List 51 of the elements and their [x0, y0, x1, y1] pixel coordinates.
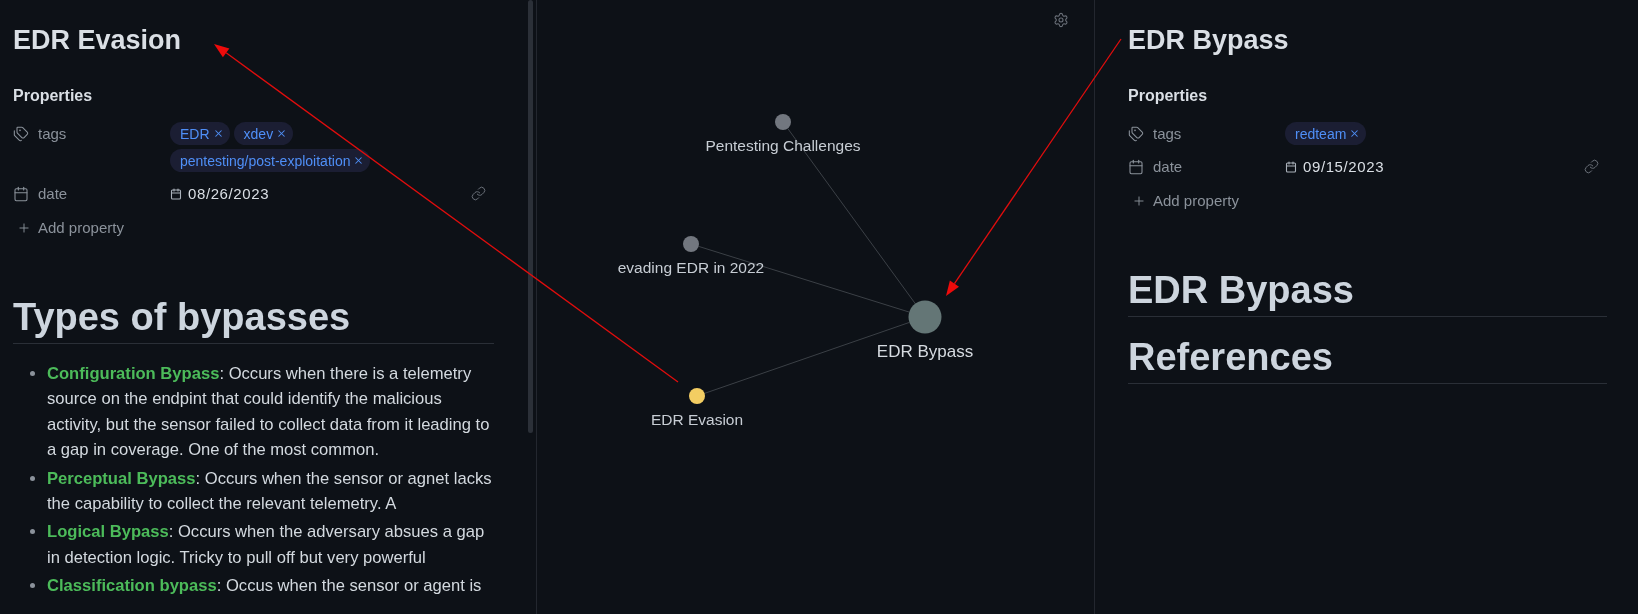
tags-icon: [13, 125, 29, 142]
calendar-icon: [170, 187, 182, 200]
calendar-icon: [1128, 158, 1144, 175]
bullet-icon: [30, 529, 35, 535]
tag-chip[interactable]: xdev: [233, 122, 294, 145]
properties-heading: Properties: [13, 86, 94, 106]
list-item: Logical Bypass: Occurs when the adversary absues a gap in detection logic. Tricky to pull off but very powerful: [47, 521, 486, 569]
section-heading: EDR Bypass: [1128, 267, 1607, 317]
section-heading: References: [1128, 334, 1607, 384]
section-heading: Types of bypasses: [13, 294, 494, 344]
tag-chip[interactable]: pentesting/post-exploitation: [170, 149, 371, 172]
link-icon[interactable]: [471, 186, 486, 201]
tag-chip[interactable]: EDR: [170, 122, 230, 145]
graph-node[interactable]: [689, 388, 705, 404]
date-field[interactable]: 09/15/2023: [1285, 155, 1385, 178]
node-label: Pentesting Challenges: [705, 137, 861, 154]
tags-icon: [1128, 125, 1144, 142]
bullet-icon: [30, 475, 35, 481]
note-title: EDR Bypass: [1128, 24, 1290, 56]
link-icon[interactable]: [1584, 159, 1599, 174]
scrollbar-thumb[interactable]: [528, 0, 533, 433]
list-item: Perceptual Bypass: Occurs when the sensor or agnet lacks the capability to collect the relevant telemetry. A: [47, 467, 493, 516]
property-name: date: [1153, 157, 1183, 177]
date-field[interactable]: 08/26/2023: [170, 182, 270, 205]
bullet-icon: [30, 371, 35, 376]
node-label: EDR Evasion: [650, 411, 744, 428]
calendar-icon: [1285, 160, 1297, 173]
calendar-icon: [13, 185, 29, 202]
x-icon[interactable]: [1349, 128, 1361, 139]
graph-node[interactable]: [683, 236, 699, 252]
property-name: tags: [1153, 124, 1182, 144]
tag-chip[interactable]: redteam: [1285, 122, 1367, 145]
node-label: evading EDR in 2022: [617, 259, 765, 276]
add-property-button[interactable]: Add property: [13, 212, 128, 243]
settings-button[interactable]: [1053, 12, 1069, 28]
x-icon[interactable]: [212, 128, 224, 139]
plus-icon: [17, 220, 31, 235]
add-property-button[interactable]: Add property: [1128, 185, 1243, 216]
plus-icon: [1132, 193, 1146, 208]
x-icon[interactable]: [276, 128, 288, 139]
bullet-icon: [30, 583, 35, 589]
property-name: tags: [38, 124, 67, 144]
properties-heading: Properties: [1128, 86, 1209, 106]
x-icon[interactable]: [353, 155, 365, 166]
list-item: Configuration Bypass: Occurs when there is a telemetry source on the endpint that could identify the malicious activity, but the sensor failed to collect data from it leading to a gap in coverage. One of the most common.: [47, 363, 491, 462]
graph-node[interactable]: [775, 114, 791, 130]
node-label: EDR Bypass: [876, 342, 974, 361]
list-item: Classification bypass: Occus when the sensor or agent is: [47, 575, 482, 598]
note-title: EDR Evasion: [13, 24, 183, 56]
graph-node[interactable]: [908, 300, 942, 334]
property-name: date: [38, 184, 68, 204]
